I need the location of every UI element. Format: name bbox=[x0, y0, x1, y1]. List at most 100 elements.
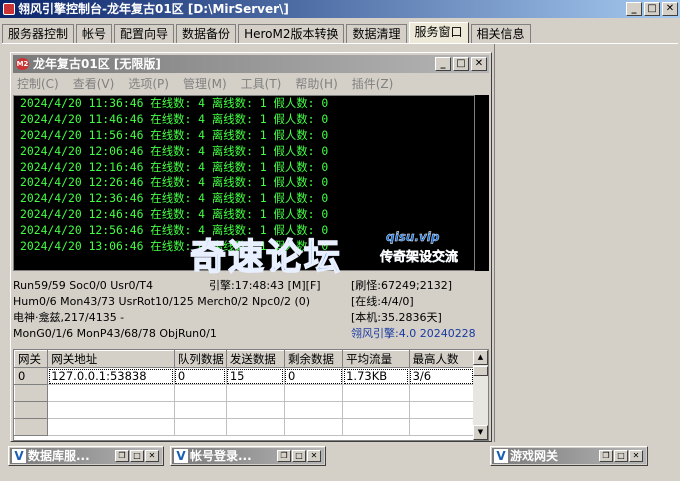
table-cell: 1.73KB bbox=[342, 367, 410, 385]
v-app-icon: V bbox=[174, 449, 188, 463]
minimized-window-title: 数据库服... bbox=[28, 449, 90, 463]
child-menu-bar: 控制(C) 查看(V) 选项(P) 管理(M) 工具(T) 帮助(H) 插件(Z… bbox=[13, 75, 489, 93]
minimized-window-database[interactable]: V 数据库服... ❐ □ ✕ bbox=[8, 446, 164, 466]
restore-button[interactable]: ❐ bbox=[277, 450, 291, 462]
game-server-window: M2 龙年复古01区 [无限版] _ □ ✕ 控制(C) 查看(V) 选项(P)… bbox=[10, 52, 492, 442]
tab-service-window[interactable]: 服务窗口 bbox=[408, 22, 469, 44]
grid-vertical-scrollbar[interactable]: ▲ ▼ bbox=[473, 350, 488, 440]
column-header-sent-data[interactable]: 发送数据 bbox=[225, 350, 285, 368]
status-monster-refresh: [刷怪:67249;2132] bbox=[351, 279, 452, 292]
minimized-title-bar[interactable]: V 帐号登录... ❐ □ ✕ bbox=[172, 448, 324, 464]
tab-herom2-convert[interactable]: HeroM2版本转换 bbox=[238, 24, 345, 44]
grid-header-row: 网关 网关地址 队列数据 发送数据 剩余数据 平均流量 最高人数 bbox=[14, 350, 475, 368]
restore-button[interactable]: ❐ bbox=[115, 450, 129, 462]
close-button[interactable]: ✕ bbox=[629, 450, 643, 462]
column-header-gateway[interactable]: 网关 bbox=[14, 350, 49, 368]
log-line: 2024/4/20 12:06:46 在线数: 4 离线数: 1 假人数: 0 bbox=[20, 143, 329, 158]
gateway-grid[interactable]: 网关 网关地址 队列数据 发送数据 剩余数据 平均流量 最高人数 0 127.0… bbox=[13, 349, 489, 441]
status-engine-version: 翎风引擎:4.0 20240228 bbox=[351, 327, 476, 340]
tab-config-wizard[interactable]: 配置向导 bbox=[114, 24, 175, 44]
minimized-controls: ❐ □ ✕ bbox=[599, 450, 643, 462]
table-cell bbox=[14, 384, 49, 402]
maximize-button[interactable]: □ bbox=[292, 450, 306, 462]
log-line: 2024/4/20 12:16:46 在线数: 4 离线数: 1 假人数: 0 bbox=[20, 159, 329, 174]
log-line: 2024/4/20 12:46:46 在线数: 4 离线数: 1 假人数: 0 bbox=[20, 207, 329, 222]
log-line: 2024/4/20 12:36:46 在线数: 4 离线数: 1 假人数: 0 bbox=[20, 191, 329, 206]
status-mon: MonG0/1/6 MonP43/68/78 ObjRun0/1 bbox=[13, 327, 217, 340]
menu-manage[interactable]: 管理(M) bbox=[183, 75, 227, 93]
child-window-controls: _ □ ✕ bbox=[435, 57, 487, 71]
tab-data-cleanup[interactable]: 数据清理 bbox=[346, 24, 407, 44]
tab-data-backup[interactable]: 数据备份 bbox=[176, 24, 237, 44]
column-header-queue-data[interactable]: 队列数据 bbox=[173, 350, 227, 368]
status-engine-time: 引擎:17:48:43 [M][F] bbox=[209, 279, 321, 292]
tab-account[interactable]: 帐号 bbox=[76, 24, 113, 44]
restore-button[interactable]: ❐ bbox=[599, 450, 613, 462]
minimized-title-bar[interactable]: V 数据库服... ❐ □ ✕ bbox=[10, 448, 162, 464]
table-row[interactable]: 0 127.0.0.1:53838 0 15 0 1.73KB 3/6 bbox=[14, 367, 475, 385]
column-header-max-users[interactable]: 最高人数 bbox=[408, 350, 475, 368]
m2-server-icon: M2 bbox=[16, 58, 29, 70]
v-app-icon: V bbox=[12, 449, 26, 463]
log-line: 2024/4/20 11:36:46 在线数: 4 离线数: 1 假人数: 0 bbox=[20, 96, 329, 110]
log-line: 2024/4/20 12:56:46 在线数: 4 离线数: 1 假人数: 0 bbox=[20, 223, 329, 238]
child-window-title: 龙年复古01区 [无限版] bbox=[33, 57, 161, 71]
minimized-window-title: 帐号登录... bbox=[190, 449, 252, 463]
minimized-controls: ❐ □ ✕ bbox=[277, 450, 321, 462]
status-run: Run59/59 Soc0/0 Usr0/T4 bbox=[13, 279, 153, 292]
column-header-avg-traffic[interactable]: 平均流量 bbox=[342, 350, 410, 368]
minimized-controls: ❐ □ ✕ bbox=[115, 450, 159, 462]
child-close-button[interactable]: ✕ bbox=[471, 57, 487, 71]
scroll-up-arrow-icon[interactable]: ▲ bbox=[473, 350, 488, 365]
log-scrollbar[interactable] bbox=[475, 95, 489, 271]
menu-tools[interactable]: 工具(T) bbox=[241, 75, 282, 93]
minimize-button[interactable]: _ bbox=[626, 2, 642, 16]
status-online: [在线:4/4/0] bbox=[351, 295, 414, 308]
table-cell bbox=[14, 401, 49, 419]
scroll-down-arrow-icon[interactable]: ▼ bbox=[473, 425, 488, 440]
table-row[interactable] bbox=[14, 401, 475, 419]
window-controls: _ □ ✕ bbox=[626, 2, 678, 16]
v-app-icon: V bbox=[494, 449, 508, 463]
minimized-window-title: 游戏网关 bbox=[510, 449, 559, 463]
minimized-title-bar[interactable]: V 游戏网关 ❐ □ ✕ bbox=[492, 448, 646, 464]
minimized-window-login[interactable]: V 帐号登录... ❐ □ ✕ bbox=[170, 446, 326, 466]
tab-related-info[interactable]: 相关信息 bbox=[470, 24, 531, 44]
log-line: 2024/4/20 11:46:46 在线数: 4 离线数: 1 假人数: 0 bbox=[20, 111, 329, 126]
menu-help[interactable]: 帮助(H) bbox=[295, 75, 337, 93]
child-maximize-button[interactable]: □ bbox=[453, 57, 469, 71]
table-row[interactable] bbox=[14, 418, 475, 436]
window-title: 翎风引擎控制台-龙年复古01区 [D:\MirServer\] bbox=[18, 2, 289, 16]
table-cell: 0 bbox=[174, 367, 227, 385]
menu-view[interactable]: 查看(V) bbox=[73, 75, 115, 93]
close-button[interactable]: ✕ bbox=[662, 2, 678, 16]
child-minimize-button[interactable]: _ bbox=[435, 57, 451, 71]
app-icon bbox=[3, 3, 15, 15]
log-line: 2024/4/20 12:26:46 在线数: 4 离线数: 1 假人数: 0 bbox=[20, 175, 329, 190]
maximize-button[interactable]: □ bbox=[130, 450, 144, 462]
table-cell: 0 bbox=[14, 367, 49, 385]
right-empty-panel bbox=[494, 44, 678, 442]
close-button[interactable]: ✕ bbox=[145, 450, 159, 462]
log-line: 2024/4/20 13:06:46 在线数: 4 离线数: 1 假人数: 0 bbox=[20, 239, 329, 254]
table-cell: 127.0.0.1:53838 bbox=[47, 367, 175, 385]
log-line: 2024/4/20 11:56:46 在线数: 4 离线数: 1 假人数: 0 bbox=[20, 127, 329, 142]
minimized-window-game-gateway[interactable]: V 游戏网关 ❐ □ ✕ bbox=[490, 446, 648, 466]
menu-plugins[interactable]: 插件(Z) bbox=[352, 75, 394, 93]
column-header-gateway-address[interactable]: 网关地址 bbox=[47, 350, 175, 368]
child-title-bar[interactable]: M2 龙年复古01区 [无限版] _ □ ✕ bbox=[13, 55, 489, 73]
close-button[interactable]: ✕ bbox=[307, 450, 321, 462]
scroll-thumb[interactable] bbox=[473, 366, 488, 376]
table-cell: 0 bbox=[284, 367, 344, 385]
tab-server-control[interactable]: 服务器控制 bbox=[2, 24, 75, 44]
main-title-bar[interactable]: 翎风引擎控制台-龙年复古01区 [D:\MirServer\] _ □ ✕ bbox=[0, 0, 680, 18]
column-header-remaining-data[interactable]: 剩余数据 bbox=[283, 350, 344, 368]
table-cell: 3/6 bbox=[409, 367, 475, 385]
main-tab-strip: 服务器控制 帐号 配置向导 数据备份 HeroM2版本转换 数据清理 服务窗口 … bbox=[2, 22, 533, 44]
table-row[interactable] bbox=[14, 384, 475, 402]
server-log-console[interactable]: 2024/4/20 11:36:46 在线数: 4 离线数: 1 假人数: 0 … bbox=[13, 95, 475, 271]
menu-control[interactable]: 控制(C) bbox=[17, 75, 59, 93]
menu-options[interactable]: 选项(P) bbox=[128, 75, 169, 93]
maximize-button[interactable]: □ bbox=[644, 2, 660, 16]
maximize-button[interactable]: □ bbox=[614, 450, 628, 462]
